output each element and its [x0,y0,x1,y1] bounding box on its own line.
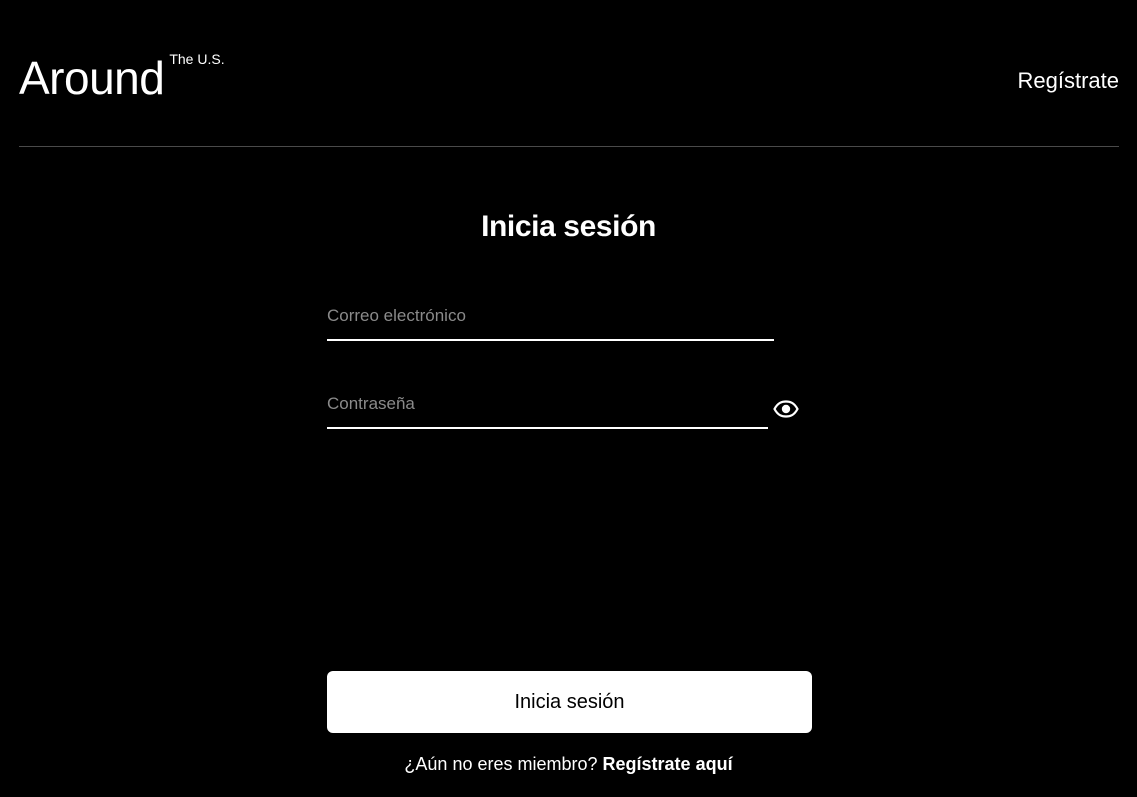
signup-prompt-text: ¿Aún no eres miembro? [404,754,598,774]
signup-link[interactable]: Regístrate aquí [603,754,733,774]
logo-superscript: The U.S. [169,51,225,67]
signup-prompt: ¿Aún no eres miembro? Regístrate aquí [0,752,1137,776]
page-title: Inicia sesión [481,210,656,243]
password-field[interactable] [327,393,768,429]
logo: Around The U.S. [19,51,225,104]
header: Around The U.S. Regístrate [19,0,1119,147]
eye-icon[interactable] [772,396,800,422]
login-page: Around The U.S. Regístrate Inicia sesión… [0,0,1137,797]
login-button[interactable]: Inicia sesión [327,671,812,733]
header-register-link[interactable]: Regístrate [1018,67,1120,95]
logo-text: Around [19,52,165,104]
email-field[interactable] [327,305,774,341]
